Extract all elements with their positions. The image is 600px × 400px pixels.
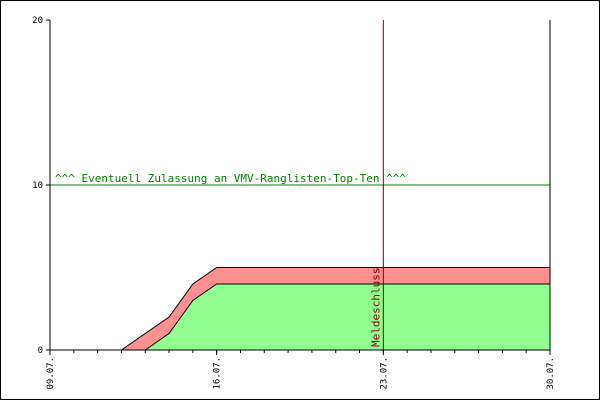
area-chart: ^^^ Eventuell Zulassung an VMV-Rangliste… (32, 16, 556, 390)
x-tick-label: 30.07. (546, 357, 556, 390)
y-tick-label: 20 (32, 16, 43, 26)
deadline-label: Meldeschluss (369, 268, 382, 347)
x-tick-label: 09.07. (46, 357, 56, 390)
threshold-label: ^^^ Eventuell Zulassung an VMV-Rangliste… (55, 172, 406, 185)
y-tick-label: 10 (32, 181, 43, 191)
x-tick-label: 23.07. (379, 357, 389, 390)
x-tick-label: 16.07. (213, 357, 223, 390)
y-tick-label: 0 (38, 346, 43, 356)
